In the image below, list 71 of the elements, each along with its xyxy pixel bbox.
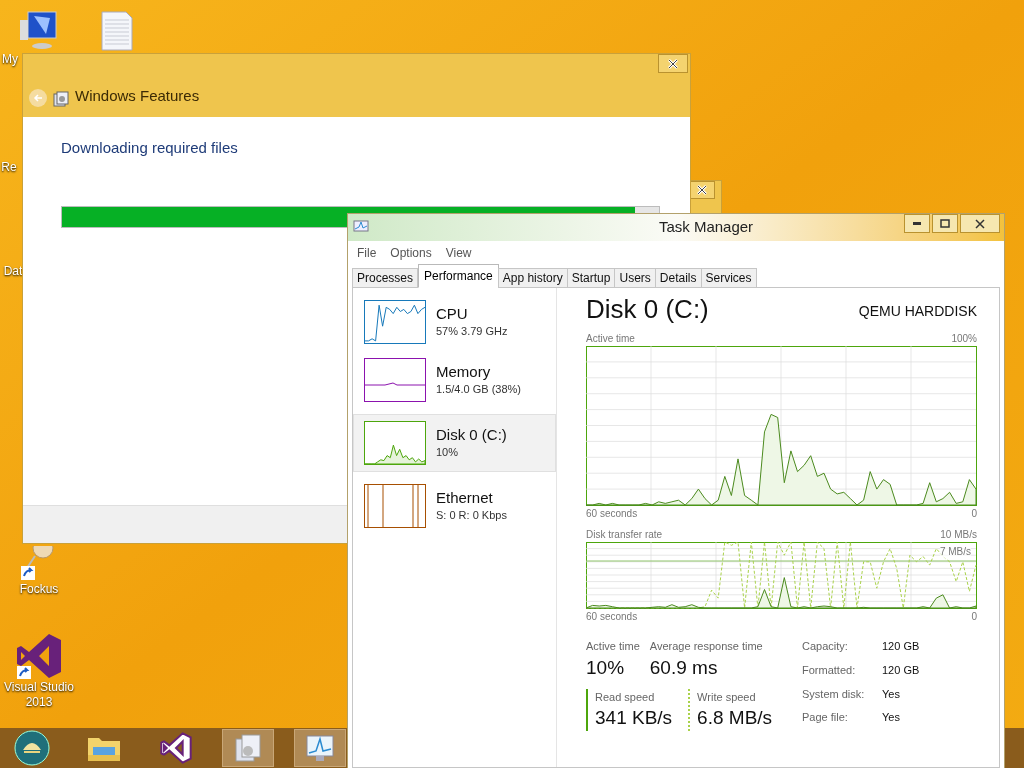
- infinity-logo-shortcut-icon[interactable]: [15, 632, 63, 680]
- resource-name: Disk 0 (C:): [436, 425, 507, 444]
- chart-max: 100%: [951, 332, 977, 346]
- window-stack-icon[interactable]: [234, 733, 262, 763]
- close-button[interactable]: [658, 54, 688, 73]
- time-span-label: 60 seconds: [586, 507, 638, 521]
- resource-item[interactable]: CPU 57% 3.79 GHz: [353, 298, 556, 346]
- tab[interactable]: Performance: [418, 264, 499, 288]
- open-window-tab[interactable]: [294, 729, 346, 767]
- open-window-tab[interactable]: [222, 729, 274, 767]
- property-label: System disk:: [802, 686, 866, 702]
- stat-label: Write speed: [697, 689, 757, 705]
- stat-value: 10%: [586, 655, 626, 680]
- stat-label: Active time: [586, 639, 640, 654]
- stat-value: 6.8 MB/s: [697, 706, 773, 730]
- back-arrow-icon: [33, 93, 43, 103]
- property-value: 120 GB: [882, 639, 920, 654]
- minimize-button[interactable]: [904, 214, 930, 233]
- resource-item[interactable]: Disk 0 (C:) 10%: [353, 414, 556, 472]
- chart-min: 0: [971, 507, 977, 521]
- window-title: Task Manager: [658, 217, 754, 238]
- infinity-logo-icon[interactable]: [160, 732, 192, 764]
- property-label: Formatted:: [802, 662, 857, 678]
- resource-name: CPU: [436, 304, 469, 323]
- restore-icon: [940, 219, 950, 228]
- menu-item[interactable]: View: [445, 244, 472, 262]
- close-icon: [975, 218, 985, 229]
- tab[interactable]: Startup: [566, 268, 616, 288]
- scale-line-label: 7 MB/s: [939, 544, 971, 559]
- menu-item[interactable]: Options: [390, 244, 432, 262]
- tab[interactable]: Services: [700, 268, 757, 288]
- resource-item[interactable]: Ethernet S: 0 R: 0 Kbps: [353, 482, 556, 530]
- resource-reading: 57% 3.79 GHz: [436, 323, 508, 339]
- status-message: Downloading required files: [61, 138, 239, 158]
- maximize-button[interactable]: [932, 214, 958, 233]
- property-value: 120 GB: [882, 662, 920, 678]
- monitor-graph-icon[interactable]: [304, 733, 336, 763]
- property-label: Capacity:: [802, 639, 849, 654]
- window-title: Windows Features: [75, 85, 200, 106]
- property-value: Yes: [882, 710, 901, 726]
- resource-reading: 10%: [436, 444, 460, 460]
- chart-label: Disk transfer rate: [586, 528, 663, 542]
- stat-value: 341 KB/s: [595, 706, 673, 730]
- tab[interactable]: Processes: [352, 268, 419, 288]
- disk-model: QEMU HARDDISK: [858, 302, 977, 321]
- graph-window-icon: [353, 220, 369, 234]
- chart-max: 10 MB/s: [940, 528, 977, 542]
- stat-label: Average response time: [649, 639, 763, 654]
- close-icon: [668, 58, 678, 69]
- time-span-label: 60 seconds: [586, 610, 638, 624]
- resource-item[interactable]: Memory 1.5/4.0 GB (38%): [353, 356, 556, 404]
- menu-item[interactable]: File: [357, 244, 377, 262]
- close-button[interactable]: [689, 181, 715, 199]
- window-stack-icon: [53, 91, 69, 107]
- property-label: Page file:: [802, 710, 849, 726]
- stat-value: 60.9 ms: [649, 655, 719, 680]
- resource-name: Memory: [436, 362, 492, 381]
- stat-label: Read speed: [595, 689, 656, 705]
- tab[interactable]: App history: [497, 268, 568, 288]
- chart-label: Active time: [586, 332, 635, 346]
- resource-reading: S: 0 R: 0 Kbps: [436, 507, 507, 523]
- minimize-icon: [913, 221, 921, 226]
- tab[interactable]: Users: [614, 268, 656, 288]
- close-button[interactable]: [960, 214, 1000, 233]
- resource-reading: 1.5/4.0 GB (38%): [436, 381, 521, 397]
- property-value: Yes: [882, 686, 901, 702]
- resource-name: Ethernet: [436, 488, 494, 507]
- close-icon: [697, 185, 707, 195]
- disk-title: Disk 0 (C:): [586, 294, 709, 324]
- chart-min: 0: [971, 610, 977, 624]
- tab[interactable]: Details: [654, 268, 702, 288]
